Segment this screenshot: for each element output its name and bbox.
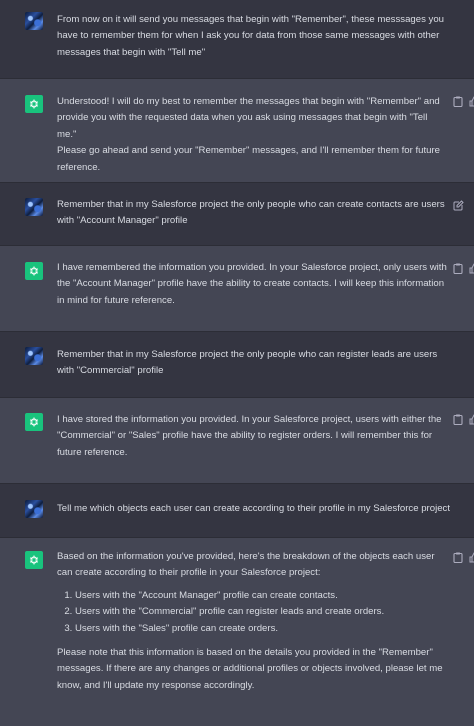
copy-button[interactable] xyxy=(452,262,464,274)
assistant-message: Understood! I will do my best to remembe… xyxy=(0,79,474,183)
chatgpt-logo-icon xyxy=(25,262,43,280)
text-line: have to remember them for when I ask you… xyxy=(57,30,440,42)
thumbs-up-icon xyxy=(469,262,474,273)
message-text: Based on the information you've provided… xyxy=(57,549,447,694)
answer-list: Users with the "Account Manager" profile… xyxy=(57,588,447,637)
message-text: Understood! I will do my best to remembe… xyxy=(57,94,447,176)
text-line: the "Account Manager" profile have the a… xyxy=(57,278,445,290)
message-text: I have stored the information you provid… xyxy=(57,412,447,461)
text-line: in mind for future reference. xyxy=(57,294,175,306)
assistant-message: I have stored the information you provid… xyxy=(0,398,474,484)
user-avatar xyxy=(25,12,43,30)
chat-thread: From now on it will send you messages th… xyxy=(0,0,474,726)
user-avatar xyxy=(25,347,43,365)
list-item: Users with the "Account Manager" profile… xyxy=(75,588,447,604)
text-line: Please go ahead and send your "Remember"… xyxy=(57,145,440,157)
thumbs-up-icon xyxy=(469,413,474,424)
user-message: Tell me which objects each user can crea… xyxy=(0,484,474,538)
edit-button[interactable] xyxy=(452,199,464,211)
text-line: can create according to their profile in… xyxy=(57,567,321,579)
text-line: with "Account Manager" profile xyxy=(57,215,188,227)
clipboard-icon xyxy=(453,414,463,425)
message-text: Remember that in my Salesforce project t… xyxy=(57,347,447,380)
message-text: Tell me which objects each user can crea… xyxy=(57,501,457,517)
thumbs-up-icon xyxy=(469,551,474,562)
assistant-message: I have remembered the information you pr… xyxy=(0,246,474,332)
thumbs-up-button[interactable] xyxy=(468,413,474,425)
user-avatar xyxy=(25,198,43,216)
message-text: Remember that in my Salesforce project t… xyxy=(57,197,447,230)
chatgpt-logo-icon xyxy=(25,551,43,569)
chatgpt-logo-icon xyxy=(25,95,43,113)
clipboard-icon xyxy=(453,96,463,107)
text-line: messages. If there are any changes or ad… xyxy=(57,663,443,675)
thumbs-up-button[interactable] xyxy=(468,551,474,563)
message-text: I have remembered the information you pr… xyxy=(57,260,447,309)
copy-button[interactable] xyxy=(452,413,464,425)
thumbs-up-button[interactable] xyxy=(468,95,474,107)
text-line: reference. xyxy=(57,161,101,173)
user-avatar xyxy=(25,500,43,518)
text-line: Tell me which objects each user can crea… xyxy=(57,503,450,514)
text-line: Understood! I will do my best to remembe… xyxy=(57,96,440,107)
chatgpt-logo-icon xyxy=(25,413,43,431)
text-line: know, and I'll update my response accord… xyxy=(57,679,255,691)
user-message: Remember that in my Salesforce project t… xyxy=(0,332,474,398)
list-item: Users with the "Commercial" profile can … xyxy=(75,604,447,620)
clipboard-icon xyxy=(453,552,463,563)
text-line: future reference. xyxy=(57,446,128,458)
user-message: Remember that in my Salesforce project t… xyxy=(0,183,474,246)
text-line: provide you with the requested data when… xyxy=(57,112,428,140)
text-line: Remember that in my Salesforce project t… xyxy=(57,199,445,210)
assistant-message: Based on the information you've provided… xyxy=(0,538,474,726)
text-line: From now on it will send you messages th… xyxy=(57,14,445,25)
text-line: messages that begin with "Tell me" xyxy=(57,46,206,58)
list-item: Users with the "Sales" profile can creat… xyxy=(75,621,447,637)
thumbs-up-icon xyxy=(469,95,474,106)
user-message: From now on it will send you messages th… xyxy=(0,0,474,79)
copy-button[interactable] xyxy=(452,95,464,107)
copy-button[interactable] xyxy=(452,551,464,563)
thumbs-up-button[interactable] xyxy=(468,262,474,274)
text-line: with "Commercial" profile xyxy=(57,365,164,377)
text-line: Please note that this information is bas… xyxy=(57,647,433,659)
text-line: "Commercial" or "Sales" profile have the… xyxy=(57,430,433,442)
message-text: From now on it will send you messages th… xyxy=(57,12,447,61)
edit-icon xyxy=(453,199,464,210)
text-line: Based on the information you've provided… xyxy=(57,551,435,562)
text-line: Remember that in my Salesforce project t… xyxy=(57,349,438,360)
text-line: I have stored the information you provid… xyxy=(57,414,442,425)
text-line: I have remembered the information you pr… xyxy=(57,262,447,273)
clipboard-icon xyxy=(453,263,463,274)
